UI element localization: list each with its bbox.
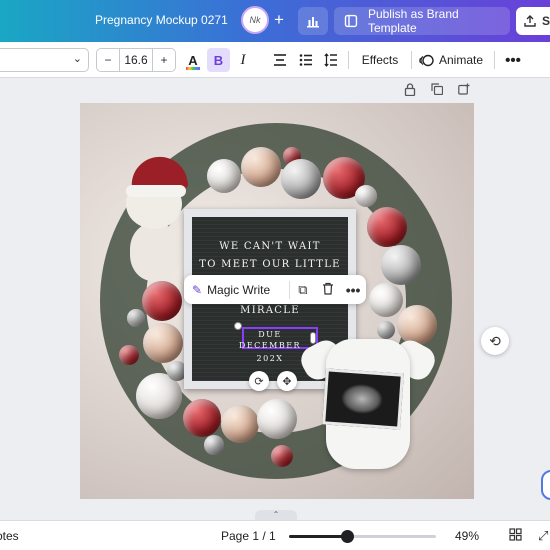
share-button[interactable]: S: [516, 7, 550, 35]
resize-handle[interactable]: [234, 322, 242, 330]
element-context-menu: ✎ Magic Write ⧉ •••: [184, 275, 366, 304]
ultrasound-photo: [322, 368, 404, 430]
ornament: [271, 445, 293, 467]
move-icon[interactable]: ✥: [277, 371, 297, 391]
ornament: [143, 323, 183, 363]
spacing-button[interactable]: [321, 48, 341, 72]
magic-wand-icon: ✎: [192, 282, 203, 297]
increase-font-size-button[interactable]: +: [153, 53, 175, 67]
rotate-icon[interactable]: ⟳: [249, 371, 269, 391]
ornament: [281, 159, 321, 199]
toolbar-divider: [411, 51, 412, 69]
more-options-button[interactable]: •••: [502, 48, 524, 72]
publish-brand-template-button[interactable]: Publish as Brand Template: [334, 7, 510, 35]
zoom-slider-thumb[interactable]: [341, 530, 355, 543]
ornament: [241, 147, 281, 187]
grid-view-icon[interactable]: [509, 528, 522, 544]
help-button[interactable]: [541, 470, 550, 500]
publish-label: Publish as Brand Template: [367, 7, 459, 35]
bold-button[interactable]: B: [207, 48, 230, 72]
board-text-line: WE CAN'T WAIT: [219, 241, 321, 252]
ornament: [142, 281, 182, 321]
ornament: [221, 405, 259, 443]
insights-button[interactable]: [298, 7, 328, 35]
bullet-list-icon: [299, 54, 312, 66]
duplicate-icon[interactable]: [430, 83, 444, 97]
page-indicator[interactable]: Page 1 / 1: [221, 529, 276, 543]
animate-icon: [419, 54, 434, 66]
ornament: [369, 283, 403, 317]
ornament: [119, 345, 139, 365]
notes-button[interactable]: otes: [0, 529, 19, 543]
font-family-dropdown[interactable]: ⌄: [0, 48, 89, 72]
fullscreen-icon[interactable]: ⤢: [538, 528, 548, 544]
ornament: [204, 435, 224, 455]
zoom-slider-fill: [289, 535, 348, 538]
ornament: [381, 245, 421, 285]
ornament: [183, 399, 221, 437]
trash-icon[interactable]: [315, 282, 340, 298]
align-center-icon: [274, 54, 286, 66]
avatar[interactable]: Nk: [241, 6, 269, 34]
top-bar: Pregnancy Mockup 0271 Nk + Publish as Br…: [0, 0, 550, 42]
italic-button[interactable]: I: [233, 48, 253, 72]
refresh-icon[interactable]: ⟲: [481, 327, 509, 355]
add-page-icon[interactable]: [457, 83, 471, 97]
toolbar-divider: [348, 51, 349, 69]
ornament: [367, 207, 407, 247]
ornament: [207, 159, 241, 193]
font-size-stepper[interactable]: − 16.6 +: [96, 48, 176, 72]
magic-write-button[interactable]: ✎ Magic Write: [184, 283, 289, 297]
ornament: [127, 309, 145, 327]
ornament: [257, 399, 297, 439]
magic-write-label: Magic Write: [207, 282, 271, 297]
chevron-down-icon: ⌄: [72, 53, 82, 65]
text-toolbar: ⌄ − 16.6 + A B I Effects Animate •••: [0, 42, 550, 78]
text-color-button[interactable]: A: [183, 48, 203, 72]
document-title[interactable]: Pregnancy Mockup 0271: [95, 13, 228, 27]
lock-icon[interactable]: [403, 83, 417, 97]
board-text-line: MIRACLE: [240, 305, 300, 316]
upload-icon: [524, 15, 536, 27]
chevron-up-icon[interactable]: ⌃: [255, 510, 297, 520]
list-button[interactable]: [296, 48, 316, 72]
zoom-slider[interactable]: [289, 530, 436, 543]
zoom-level[interactable]: 49%: [455, 529, 479, 543]
copy-icon[interactable]: ⧉: [290, 282, 315, 298]
status-bar: otes Page 1 / 1 49% ⤢: [0, 520, 550, 550]
more-icon[interactable]: •••: [340, 282, 366, 298]
ornament: [355, 185, 377, 207]
animate-button[interactable]: Animate: [419, 48, 489, 72]
template-icon: [344, 14, 358, 28]
add-collaborator-button[interactable]: +: [269, 9, 289, 31]
font-size-input[interactable]: 16.6: [119, 49, 153, 71]
page-actions: [403, 83, 471, 97]
line-spacing-icon: [324, 53, 337, 67]
animate-label: Animate: [439, 53, 484, 67]
toolbar-divider: [494, 51, 495, 69]
board-text-line: TO MEET OUR LITTLE: [199, 259, 341, 270]
share-label: S: [542, 14, 550, 28]
effects-button[interactable]: Effects: [358, 48, 402, 72]
decrease-font-size-button[interactable]: −: [97, 53, 119, 67]
align-center-button[interactable]: [270, 48, 290, 72]
teddy-bear-image: [120, 151, 189, 281]
bar-chart-icon: [307, 17, 319, 28]
